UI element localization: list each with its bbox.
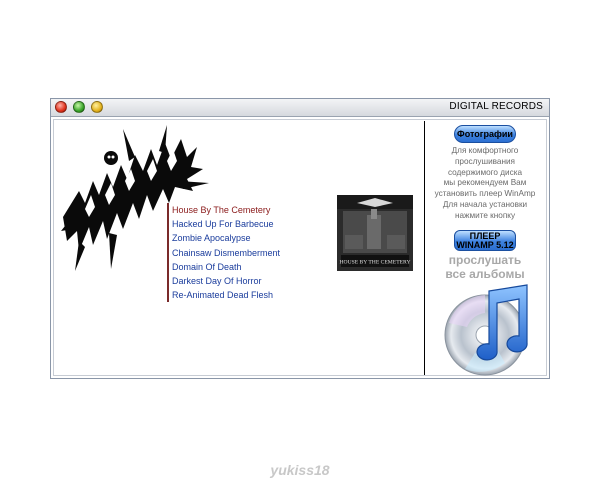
title-bar: DIGITAL RECORDS <box>51 99 549 117</box>
close-window-button[interactable] <box>55 101 67 113</box>
music-cd-icon[interactable] <box>435 283 539 377</box>
track-link[interactable]: Zombie Apocalypse <box>172 231 280 245</box>
album-cover: HOUSE BY THE CEMETERY <box>337 195 413 271</box>
app-window: DIGITAL RECORDS House By The Cemetery Ha… <box>50 98 550 379</box>
right-panel: Фотографии Для комфортного прослушивания… <box>427 121 543 377</box>
listen-line1: прослушать <box>448 253 522 267</box>
info-line: Для начала установки <box>442 199 528 209</box>
install-info: Для комфортного прослушивания содержимог… <box>427 146 543 222</box>
minimize-window-button[interactable] <box>73 101 85 113</box>
track-list: House By The Cemetery Hacked Up For Barb… <box>167 203 280 303</box>
track-link[interactable]: Chainsaw Dismemberment <box>172 246 280 260</box>
track-link[interactable]: Hacked Up For Barbecue <box>172 217 280 231</box>
track-link[interactable]: Darkest Day Of Horror <box>172 274 280 288</box>
photos-button[interactable]: Фотографии <box>454 125 516 143</box>
track-link[interactable]: Re-Animated Dead Flesh <box>172 288 280 302</box>
window-title: DIGITAL RECORDS <box>449 101 543 112</box>
track-link[interactable]: House By The Cemetery <box>172 203 280 217</box>
listen-line2: все альбомы <box>445 266 525 281</box>
info-line: содержимого диска <box>447 167 523 177</box>
signature-watermark: yukiss18 <box>270 462 330 478</box>
winamp-player-button[interactable]: ПЛЕЕР WINAMP 5.12 <box>454 230 516 251</box>
info-line: установить плеер WinAmp <box>434 189 536 199</box>
info-line: прослушивания <box>455 156 515 166</box>
info-line: нажмите кнопку <box>454 210 516 220</box>
player-button-line2: WINAMP 5.12 <box>456 239 514 250</box>
maximize-window-button[interactable] <box>91 101 103 113</box>
info-line: мы рекомендуем Вам <box>443 178 527 188</box>
listen-all-albums-link[interactable]: прослушать все альбомы <box>427 253 543 281</box>
info-line: Для комфортного <box>451 146 519 155</box>
panel-divider <box>424 121 425 375</box>
cover-caption: HOUSE BY THE CEMETERY <box>339 260 410 266</box>
track-link[interactable]: Domain Of Death <box>172 260 280 274</box>
window-content: House By The Cemetery Hacked Up For Barb… <box>51 117 549 378</box>
